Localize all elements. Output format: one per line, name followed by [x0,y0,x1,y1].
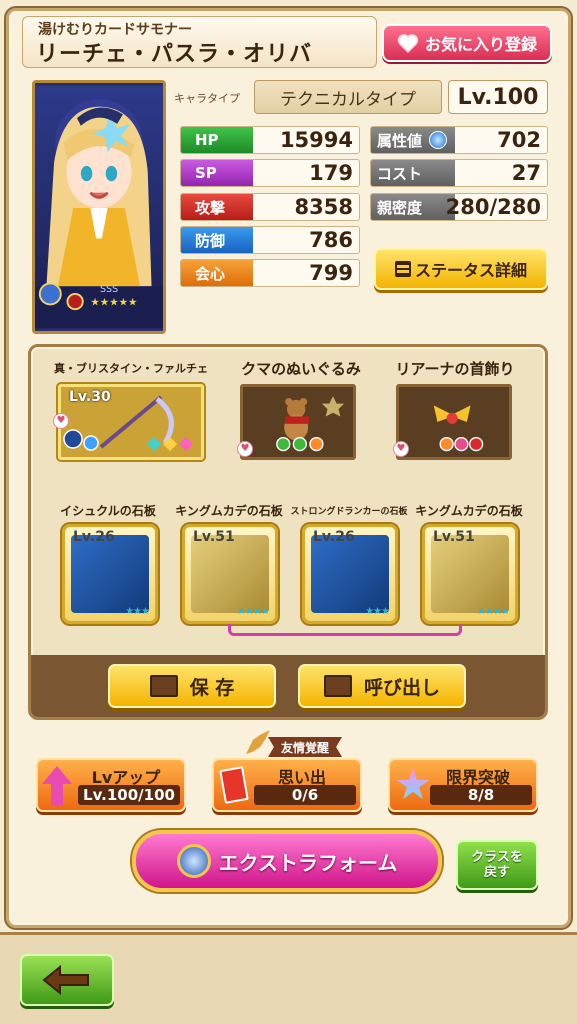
heart-icon [397,33,419,54]
slab-slot-2[interactable]: Lv.51 ★★★★ [182,524,278,624]
slab-stars: ★★★★ [477,606,510,617]
stat-value: 179 [309,161,353,185]
stat-label: 会心 [181,260,253,286]
stat-value: 799 [309,261,353,285]
svg-text:SSS: SSS [100,284,118,295]
stat-sp: SP 179 [180,159,360,187]
stat-value: 786 [309,228,353,252]
blue-fan-slab-icon [311,535,389,613]
gold-fan-slab-icon [431,535,509,613]
stat-hp: HP 15994 [180,126,360,154]
stat-label: コスト [371,160,455,186]
accessory-name: リアーナの首飾り [395,360,515,378]
favorite-label: お気に入り登録 [424,35,537,54]
slab-level: Lv.51 [193,529,235,545]
load-label: 呼び出し [363,676,440,699]
accessory-slot-bear[interactable]: ♥ [237,384,356,460]
blue-fan-slab-icon [71,535,149,613]
slab-stars: ★★★★ [237,606,270,617]
emblem-icon [176,844,211,878]
teddy-bear-icon [276,396,345,452]
stat-attack: 攻撃 8358 [180,193,360,221]
slab-level: Lv.51 [433,529,475,545]
stat-value: 702 [497,128,541,152]
stat-label: 防御 [181,227,253,253]
slab-level: Lv.26 [313,529,355,545]
stat-defense: 防御 786 [180,226,360,254]
load-icon [323,675,352,697]
accessory-slot-weapon[interactable]: Lv.30 ♥ [53,384,204,460]
stat-value: 8358 [294,195,353,219]
gold-fan-slab-icon [191,535,269,613]
type-label: キャラタイプ [174,92,240,105]
save-label: 保 存 [189,676,235,699]
slab-name: ストロングドランカーの石板 [290,507,408,517]
level-up-value: Lv.100/100 [78,785,180,805]
stat-intimacy: 親密度 280/280 [370,193,548,221]
bond-awaken-tag: 友情覚醒 [268,737,342,757]
class-revert-line2: 戻す [483,865,510,880]
slab-name: キングムカデの石板 [175,504,283,518]
heart-icon: ♥ [53,413,69,429]
stat-critical: 会心 799 [180,259,360,287]
status-detail-button[interactable]: ステータス詳細 [374,248,548,290]
character-detail-screen: 湯けむりカードサモナー リーチェ・パスラ・オリバ お気に入り登録 ★★★★★ S… [0,0,577,1024]
slab-name: キングムカデの石板 [415,504,523,518]
accessory-name: クマのぬいぐるみ [241,360,361,378]
scythe-icon [63,395,194,452]
status-detail-label: ステータス詳細 [414,261,527,280]
level-up-button[interactable]: Lvアップ Lv.100/100 [36,758,186,812]
level-display: Lv.100 [448,80,548,114]
stat-value: 27 [511,161,541,185]
memories-button[interactable]: 思い出 0/6 [212,758,362,812]
necklace-icon [433,405,484,452]
slab-level: Lv.26 [73,529,115,545]
character-portrait[interactable]: ★★★★★ SSS [32,80,166,334]
memories-value: 0/6 [254,785,356,805]
slab-name: イシュクルの石板 [60,504,156,518]
stat-label: 攻撃 [181,194,253,220]
stat-cost: コスト 27 [370,159,548,187]
class-revert-button[interactable]: クラスを 戻す [456,840,538,890]
stat-label: HP [181,127,253,153]
class-revert-line1: クラスを [471,850,523,865]
heart-icon: ♥ [237,441,253,457]
list-icon [394,261,411,277]
load-button[interactable]: 呼び出し [298,664,466,708]
svg-text:★★★★★: ★★★★★ [90,296,137,308]
slab-stars: ★★★ [365,606,390,617]
save-button[interactable]: 保 存 [108,664,276,708]
back-button[interactable] [20,954,114,1006]
favorite-button[interactable]: お気に入り登録 [382,24,552,62]
stat-label: SP [181,160,253,186]
slab-slot-4[interactable]: Lv.51 ★★★★ [422,524,518,624]
type-value: テクニカルタイプ [254,80,442,114]
stat-attribute: 属性値 702 [370,126,548,154]
slab-slot-3[interactable]: Lv.26 ★★★ [302,524,398,624]
heart-icon: ♥ [393,441,409,457]
slab-slot-1[interactable]: Lv.26 ★★★ [62,524,158,624]
accessory-name: 真・ブリスタイン・ファルチェ [54,362,208,375]
stat-label: 親密度 [371,194,455,220]
extra-form-label: エクストラフォーム [218,850,398,875]
limit-break-button[interactable]: 限界突破 8/8 [388,758,538,812]
character-name: リーチェ・パスラ・オリバ [36,42,313,67]
stat-value: 280/280 [445,195,541,219]
slab-stars: ★★★ [125,606,150,617]
back-arrow-icon [42,965,89,995]
stat-value: 15994 [279,128,353,152]
character-art: ★★★★★ SSS [35,85,163,329]
water-element-icon [429,131,447,149]
limit-break-value: 8/8 [430,785,532,805]
accessory-slot-necklace[interactable]: ♥ [393,384,512,460]
slab-link-indicator [228,624,462,636]
extra-form-button[interactable]: エクストラフォーム [132,830,442,892]
save-icon [149,675,178,697]
